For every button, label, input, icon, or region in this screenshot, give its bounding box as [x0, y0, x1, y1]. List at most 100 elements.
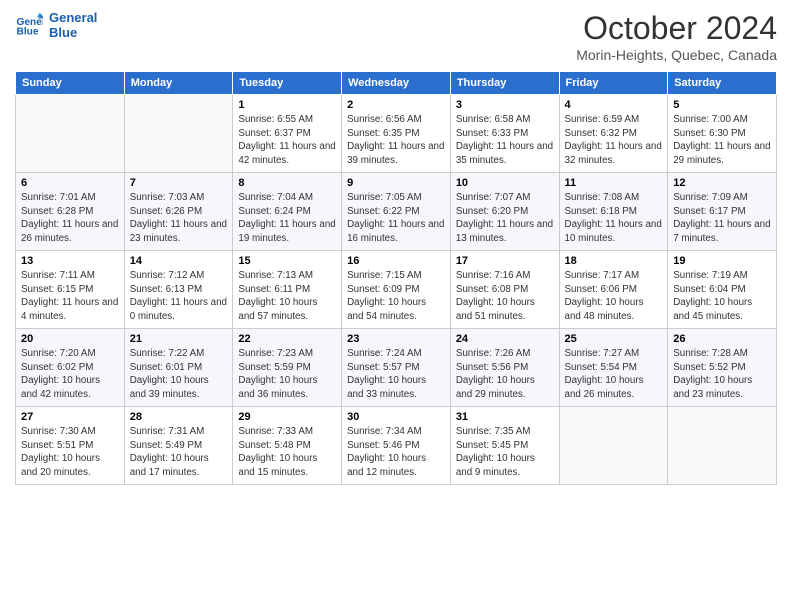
calendar-cell: 22Sunrise: 7:23 AM Sunset: 5:59 PM Dayli… — [233, 329, 342, 407]
calendar-table: SundayMondayTuesdayWednesdayThursdayFrid… — [15, 71, 777, 485]
day-number: 20 — [21, 333, 119, 345]
calendar-cell: 15 Sunrise: 7:13 AM Sunset: 6:11 PM Dayli… — [233, 251, 342, 329]
day-info: Sunrise: 7:23 AM Sunset: 5:59 PM Dayligh… — [238, 347, 336, 402]
calendar-cell: 4 Sunrise: 6:59 AM Sunset: 6:32 PM Daylig… — [559, 95, 668, 173]
day-number: 5 — [673, 99, 771, 111]
day-number: 16 — [347, 255, 445, 267]
day-number: 21 — [130, 333, 228, 345]
calendar-cell: 18 Sunrise: 7:17 AM Sunset: 6:06 PM Dayli… — [559, 251, 668, 329]
day-info: Sunrise: 6:56 AM Sunset: 6:35 PM Dayligh… — [347, 113, 445, 168]
day-number: 6 — [21, 177, 119, 189]
day-number: 29 — [238, 411, 336, 423]
day-info: Sunrise: 7:12 AM Sunset: 6:13 PM Dayligh… — [130, 269, 228, 324]
day-number: 7 — [130, 177, 228, 189]
day-number: 27 — [21, 411, 119, 423]
day-info: Sunrise: 7:31 AM Sunset: 5:49 PM Dayligh… — [130, 425, 228, 480]
day-info: Sunrise: 7:33 AM Sunset: 5:48 PM Dayligh… — [238, 425, 336, 480]
day-number: 28 — [130, 411, 228, 423]
dow-header-saturday: Saturday — [668, 72, 777, 95]
calendar-cell: 28 Sunrise: 7:31 AM Sunset: 5:49 PM Dayli… — [124, 407, 233, 485]
dow-header-thursday: Thursday — [450, 72, 559, 95]
day-number: 31 — [456, 411, 554, 423]
day-number: 10 — [456, 177, 554, 189]
day-info: Sunrise: 7:22 AM Sunset: 6:01 PM Dayligh… — [130, 347, 228, 402]
calendar-cell: 23Sunrise: 7:24 AM Sunset: 5:57 PM Dayli… — [342, 329, 451, 407]
dow-header-wednesday: Wednesday — [342, 72, 451, 95]
day-number: 12 — [673, 177, 771, 189]
title-block: October 2024 Morin-Heights, Quebec, Cana… — [576, 10, 777, 63]
dow-header-friday: Friday — [559, 72, 668, 95]
calendar-cell: 31 Sunrise: 7:35 AM Sunset: 5:45 PM Dayli… — [450, 407, 559, 485]
calendar-cell — [668, 407, 777, 485]
calendar-body: 1 Sunrise: 6:55 AM Sunset: 6:37 PM Daylig… — [16, 95, 777, 485]
day-info: Sunrise: 7:00 AM Sunset: 6:30 PM Dayligh… — [673, 113, 771, 168]
day-number: 8 — [238, 177, 336, 189]
day-info: Sunrise: 7:01 AM Sunset: 6:28 PM Dayligh… — [21, 191, 119, 246]
day-info: Sunrise: 6:59 AM Sunset: 6:32 PM Dayligh… — [565, 113, 663, 168]
calendar-cell: 19Sunrise: 7:19 AM Sunset: 6:04 PM Dayli… — [668, 251, 777, 329]
calendar-cell: 10 Sunrise: 7:07 AM Sunset: 6:20 PM Dayli… — [450, 173, 559, 251]
day-info: Sunrise: 6:55 AM Sunset: 6:37 PM Dayligh… — [238, 113, 336, 168]
day-number: 1 — [238, 99, 336, 111]
day-info: Sunrise: 7:17 AM Sunset: 6:06 PM Dayligh… — [565, 269, 663, 324]
calendar-cell: 14 Sunrise: 7:12 AM Sunset: 6:13 PM Dayli… — [124, 251, 233, 329]
calendar-cell: 1 Sunrise: 6:55 AM Sunset: 6:37 PM Daylig… — [233, 95, 342, 173]
calendar-cell: 20 Sunrise: 7:20 AM Sunset: 6:02 PM Dayli… — [16, 329, 125, 407]
day-number: 19 — [673, 255, 771, 267]
logo-line2: Blue — [49, 25, 97, 40]
calendar-cell: 3 Sunrise: 6:58 AM Sunset: 6:33 PM Daylig… — [450, 95, 559, 173]
calendar-cell — [559, 407, 668, 485]
day-number: 14 — [130, 255, 228, 267]
calendar-cell: 6 Sunrise: 7:01 AM Sunset: 6:28 PM Daylig… — [16, 173, 125, 251]
calendar-cell — [16, 95, 125, 173]
day-info: Sunrise: 7:20 AM Sunset: 6:02 PM Dayligh… — [21, 347, 119, 402]
day-info: Sunrise: 7:28 AM Sunset: 5:52 PM Dayligh… — [673, 347, 771, 402]
day-info: Sunrise: 7:08 AM Sunset: 6:18 PM Dayligh… — [565, 191, 663, 246]
day-number: 2 — [347, 99, 445, 111]
calendar-cell: 17Sunrise: 7:16 AM Sunset: 6:08 PM Dayli… — [450, 251, 559, 329]
day-number: 15 — [238, 255, 336, 267]
calendar-cell: 11 Sunrise: 7:08 AM Sunset: 6:18 PM Dayli… — [559, 173, 668, 251]
day-number: 17 — [456, 255, 554, 267]
day-info: Sunrise: 7:34 AM Sunset: 5:46 PM Dayligh… — [347, 425, 445, 480]
logo-icon: General Blue — [15, 11, 43, 39]
day-number: 3 — [456, 99, 554, 111]
day-number: 4 — [565, 99, 663, 111]
calendar-cell: 9 Sunrise: 7:05 AM Sunset: 6:22 PM Daylig… — [342, 173, 451, 251]
page-header: General Blue General Blue October 2024 M… — [15, 10, 777, 63]
day-number: 24 — [456, 333, 554, 345]
day-info: Sunrise: 7:07 AM Sunset: 6:20 PM Dayligh… — [456, 191, 554, 246]
day-number: 25 — [565, 333, 663, 345]
week-row-3: 13Sunrise: 7:11 AM Sunset: 6:15 PM Dayli… — [16, 251, 777, 329]
day-info: Sunrise: 7:09 AM Sunset: 6:17 PM Dayligh… — [673, 191, 771, 246]
dow-header-monday: Monday — [124, 72, 233, 95]
day-number: 9 — [347, 177, 445, 189]
calendar-cell — [124, 95, 233, 173]
location-subtitle: Morin-Heights, Quebec, Canada — [576, 47, 777, 63]
month-title: October 2024 — [576, 10, 777, 47]
day-info: Sunrise: 7:35 AM Sunset: 5:45 PM Dayligh… — [456, 425, 554, 480]
day-number: 26 — [673, 333, 771, 345]
calendar-cell: 16Sunrise: 7:15 AM Sunset: 6:09 PM Dayli… — [342, 251, 451, 329]
day-info: Sunrise: 7:03 AM Sunset: 6:26 PM Dayligh… — [130, 191, 228, 246]
week-row-5: 27Sunrise: 7:30 AM Sunset: 5:51 PM Dayli… — [16, 407, 777, 485]
calendar-cell: 8Sunrise: 7:04 AM Sunset: 6:24 PM Daylig… — [233, 173, 342, 251]
day-info: Sunrise: 7:27 AM Sunset: 5:54 PM Dayligh… — [565, 347, 663, 402]
calendar-cell: 5 Sunrise: 7:00 AM Sunset: 6:30 PM Daylig… — [668, 95, 777, 173]
calendar-cell: 26 Sunrise: 7:28 AM Sunset: 5:52 PM Dayli… — [668, 329, 777, 407]
calendar-cell: 25 Sunrise: 7:27 AM Sunset: 5:54 PM Dayli… — [559, 329, 668, 407]
day-info: Sunrise: 7:05 AM Sunset: 6:22 PM Dayligh… — [347, 191, 445, 246]
logo: General Blue General Blue — [15, 10, 97, 40]
day-info: Sunrise: 6:58 AM Sunset: 6:33 PM Dayligh… — [456, 113, 554, 168]
day-info: Sunrise: 7:26 AM Sunset: 5:56 PM Dayligh… — [456, 347, 554, 402]
calendar-cell: 12 Sunrise: 7:09 AM Sunset: 6:17 PM Dayli… — [668, 173, 777, 251]
week-row-4: 20 Sunrise: 7:20 AM Sunset: 6:02 PM Dayli… — [16, 329, 777, 407]
svg-text:Blue: Blue — [17, 26, 39, 37]
calendar-cell: 2 Sunrise: 6:56 AM Sunset: 6:35 PM Daylig… — [342, 95, 451, 173]
day-number: 18 — [565, 255, 663, 267]
day-number: 23 — [347, 333, 445, 345]
calendar-cell: 30 Sunrise: 7:34 AM Sunset: 5:46 PM Dayli… — [342, 407, 451, 485]
day-number: 11 — [565, 177, 663, 189]
day-info: Sunrise: 7:13 AM Sunset: 6:11 PM Dayligh… — [238, 269, 336, 324]
day-number: 30 — [347, 411, 445, 423]
